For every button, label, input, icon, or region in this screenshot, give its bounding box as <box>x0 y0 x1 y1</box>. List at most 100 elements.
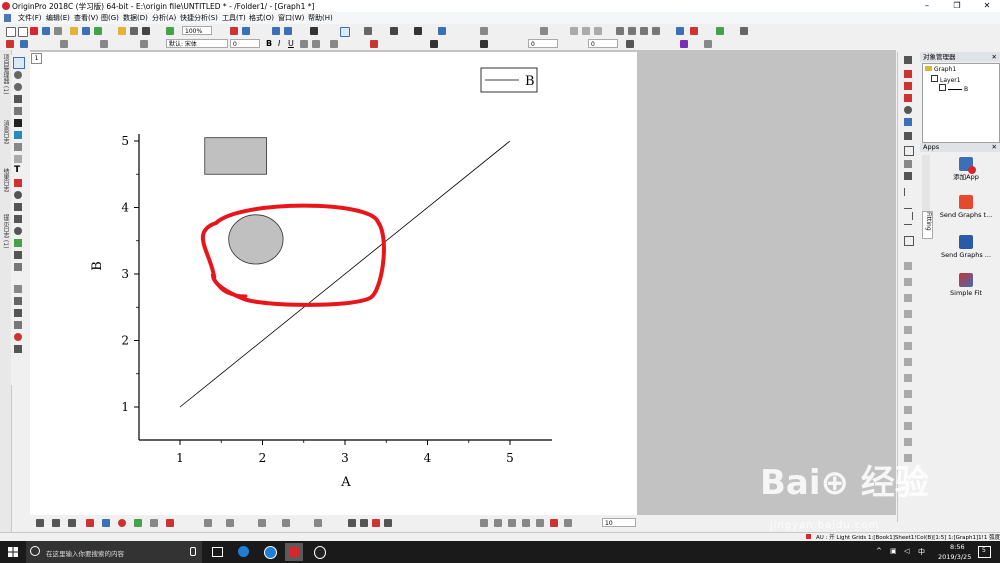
font-size-select[interactable]: 10 <box>602 518 636 527</box>
menu-data[interactable]: 数据(D) <box>123 13 148 23</box>
back-icon[interactable] <box>384 519 392 527</box>
axis-bottom-icon[interactable] <box>904 200 912 209</box>
edit-graph-icon[interactable] <box>904 118 912 126</box>
polygon-tool-icon[interactable] <box>14 239 22 247</box>
rescale-z-icon[interactable] <box>904 94 912 102</box>
rectangle-tool-icon[interactable] <box>14 215 22 223</box>
column-plot-icon[interactable] <box>86 519 94 527</box>
clock-date[interactable]: 2019/3/25 <box>938 553 971 561</box>
tab-project-explorer[interactable]: 项目管理器 (1) <box>1 54 10 114</box>
fill-color-icon[interactable] <box>480 40 488 48</box>
ellipse-tool-icon[interactable] <box>14 227 22 235</box>
tab-message-log[interactable]: 消息日志 <box>1 120 10 160</box>
menu-format[interactable]: 格式(O) <box>249 13 274 23</box>
apps-close-icon[interactable]: ✕ <box>992 143 997 152</box>
brush-tool-icon[interactable] <box>14 131 22 139</box>
results-icon[interactable] <box>310 27 318 35</box>
italic-button[interactable]: I <box>278 39 280 48</box>
superscript-icon[interactable] <box>300 40 308 48</box>
ime-icon[interactable]: 中 <box>918 547 925 557</box>
arrow-right-icon[interactable] <box>628 27 636 35</box>
3d-plot-icon[interactable] <box>204 519 212 527</box>
layer-copy-icon[interactable] <box>904 358 912 366</box>
maximize-button[interactable]: ❐ <box>946 0 968 12</box>
start-button[interactable] <box>8 547 18 557</box>
align-right-icon[interactable] <box>360 519 368 527</box>
plot-checkbox-icon[interactable] <box>939 84 946 91</box>
multi-panel-icon[interactable] <box>258 519 266 527</box>
new-workbook-icon[interactable] <box>18 27 28 37</box>
plot-setup-icon[interactable] <box>6 40 14 48</box>
object-icon[interactable] <box>676 27 684 35</box>
font-size-input[interactable]: 0 <box>230 39 260 48</box>
layer-merge-icon[interactable] <box>904 438 912 446</box>
minimize-button[interactable]: – <box>916 0 938 12</box>
layer-arrange-icon[interactable] <box>904 278 912 286</box>
layer-link-icon[interactable] <box>904 294 912 302</box>
axis-top-icon[interactable] <box>904 224 912 233</box>
region-tool-icon[interactable] <box>14 143 22 151</box>
date-tool-icon[interactable] <box>14 309 22 317</box>
save-icon[interactable] <box>82 27 90 35</box>
region-draw-tool-icon[interactable] <box>14 251 22 259</box>
data-reader-tool-icon[interactable] <box>14 119 22 127</box>
notification-button[interactable]: 5 <box>978 546 991 558</box>
y-axis-title[interactable]: B <box>90 261 105 271</box>
line-width-input[interactable]: 0 <box>528 39 558 48</box>
code-builder-icon[interactable] <box>390 27 398 35</box>
area-plot-icon[interactable] <box>102 519 110 527</box>
gray-rectangle-object[interactable] <box>204 137 268 175</box>
legend-tool-icon[interactable] <box>14 285 22 293</box>
gray-ellipse-object[interactable] <box>228 214 284 265</box>
rescale-icon[interactable] <box>230 27 238 35</box>
close-button[interactable]: ✕ <box>976 0 998 12</box>
axis-icon[interactable] <box>904 132 912 140</box>
tab-hint-log[interactable]: 提示日志 (1) <box>1 214 10 264</box>
merge-icon[interactable] <box>284 27 292 35</box>
plot-icon[interactable] <box>690 27 698 35</box>
new-matrix-icon[interactable] <box>42 27 50 35</box>
rescale-x-icon[interactable] <box>904 70 912 78</box>
plot-details-icon[interactable] <box>904 172 912 180</box>
axis-left-icon[interactable] <box>904 188 913 196</box>
menu-file[interactable]: 文件(F) <box>18 13 42 23</box>
app-simple-fit[interactable]: Simple Fit <box>934 273 998 297</box>
axis-box-icon[interactable] <box>904 236 914 246</box>
menu-window[interactable]: 窗口(W) <box>278 13 304 23</box>
pie-plot-icon[interactable] <box>118 519 126 527</box>
menu-graph[interactable]: 图(G) <box>101 13 119 23</box>
script-icon[interactable] <box>414 27 422 35</box>
symbol-size-input[interactable]: 0 <box>588 39 618 48</box>
layer-tab[interactable]: 1 <box>31 53 42 64</box>
flip-icon[interactable] <box>522 519 530 527</box>
layer-size-icon[interactable] <box>904 342 912 350</box>
menu-tools[interactable]: 工具(T) <box>222 13 246 23</box>
import-icon[interactable] <box>94 27 102 35</box>
network-icon[interactable]: ▣ <box>890 547 897 555</box>
layer-extract-icon[interactable] <box>904 390 912 398</box>
menu-help[interactable]: 帮助(H) <box>308 13 333 23</box>
new-notes-icon[interactable] <box>54 27 62 35</box>
tab-results-log[interactable]: 结果日志 <box>1 168 10 208</box>
bubble-tool-icon[interactable] <box>14 333 22 341</box>
align-icon[interactable] <box>140 40 148 48</box>
grid-tool-icon[interactable] <box>14 345 22 353</box>
pointer-icon[interactable] <box>340 27 350 37</box>
pointer-tool-icon[interactable] <box>13 57 25 69</box>
underline-button[interactable]: U <box>288 39 294 48</box>
layer-delete-icon[interactable] <box>904 374 912 382</box>
layer-stack-icon[interactable] <box>904 262 912 270</box>
panel-close-icon[interactable]: ✕ <box>992 52 997 62</box>
edge-icon[interactable] <box>238 546 249 557</box>
layer-swap-icon[interactable] <box>904 310 912 318</box>
font-select[interactable]: 默认: 宋体 <box>166 39 228 48</box>
template-icon[interactable] <box>226 519 234 527</box>
tree-layer-node[interactable]: Layer1 <box>931 75 961 84</box>
scatter-plot-icon[interactable] <box>52 519 60 527</box>
ungroup-objects-icon[interactable] <box>494 519 502 527</box>
distribute-icon[interactable] <box>536 519 544 527</box>
curved-arrow-tool-icon[interactable] <box>14 191 22 199</box>
copy-icon[interactable] <box>130 27 138 35</box>
frame-icon[interactable] <box>904 146 914 156</box>
menu-quick-analysis[interactable]: 快捷分析(S) <box>180 13 218 23</box>
